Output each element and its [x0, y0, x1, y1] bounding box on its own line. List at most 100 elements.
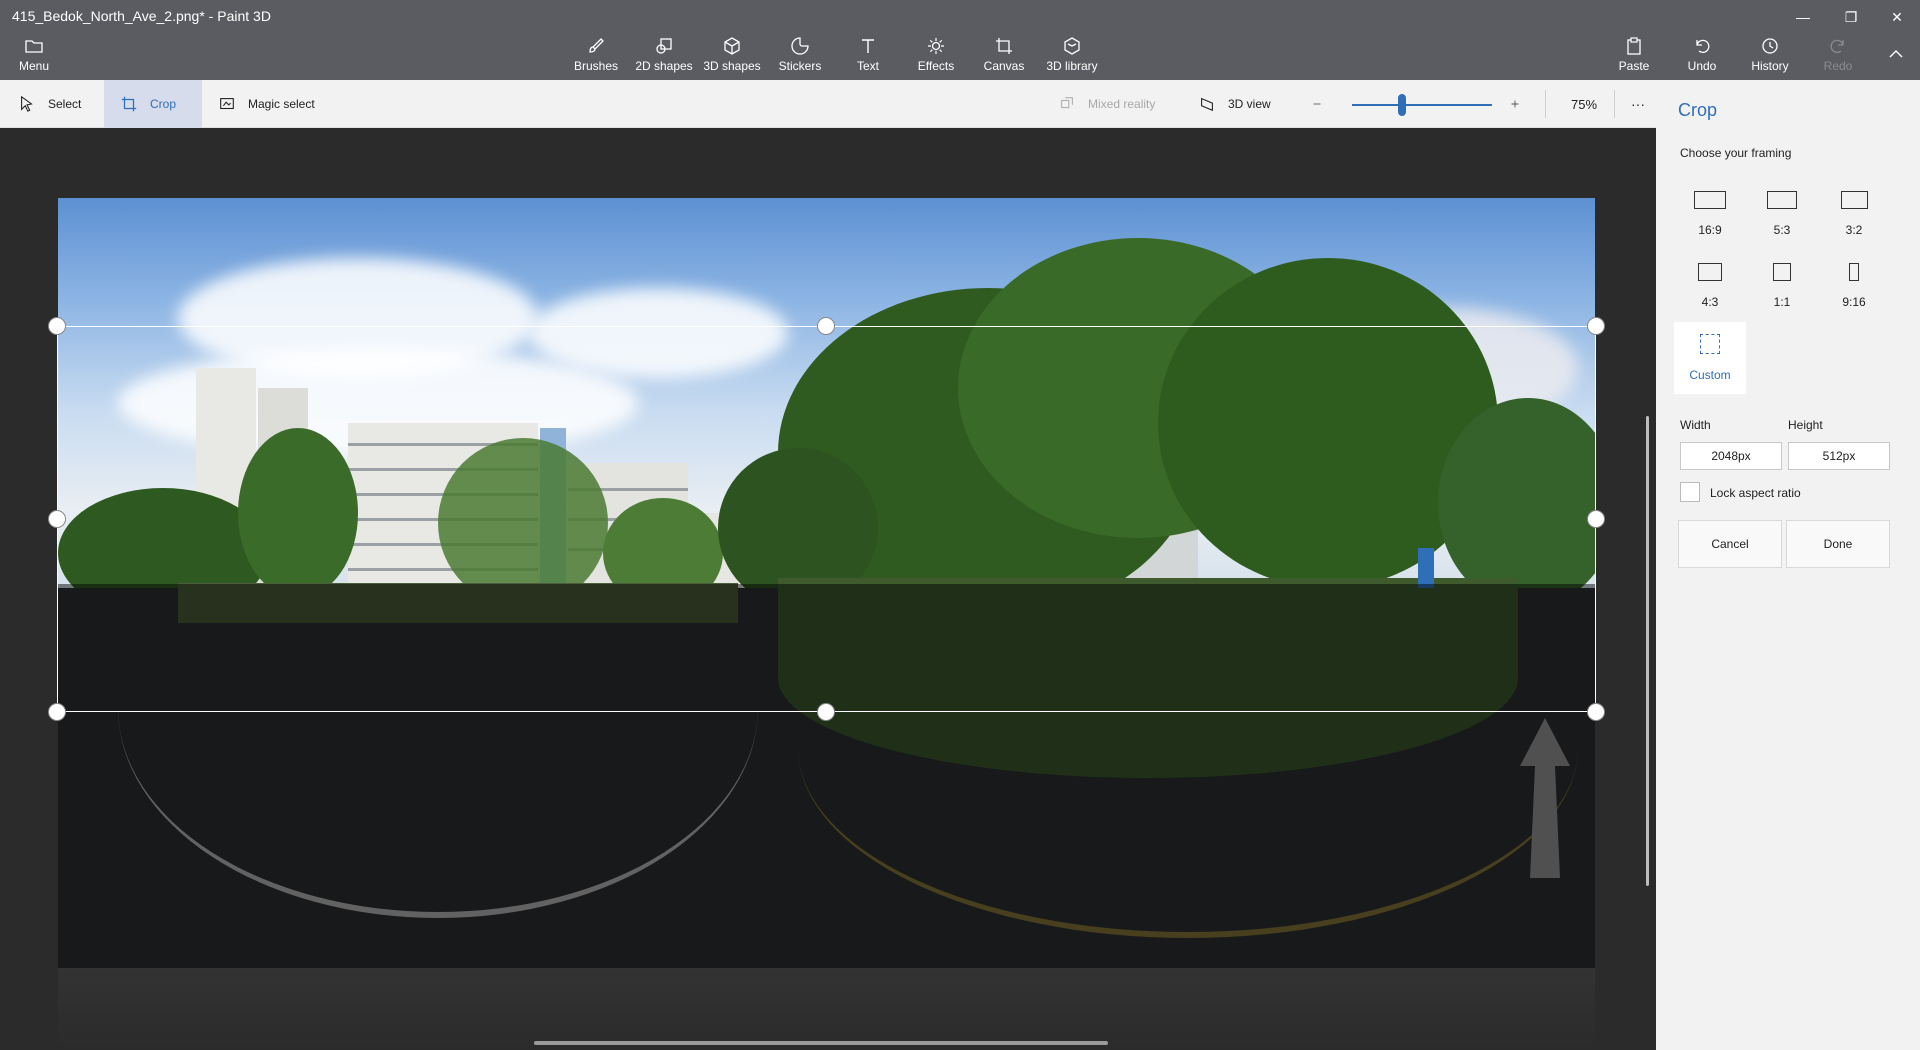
- vertical-scrollbar[interactable]: [1646, 416, 1649, 886]
- clipboard-icon: [1627, 37, 1641, 55]
- text-button[interactable]: Text: [848, 34, 888, 80]
- canvas-button[interactable]: Canvas: [980, 34, 1028, 80]
- zoom-slider-track[interactable]: [1352, 104, 1492, 106]
- title-bar: 415_Bedok_North_Ave_2.png* - Paint 3D — …: [0, 0, 1920, 34]
- undo-icon: [1696, 39, 1710, 54]
- framing-label: 5:3: [1773, 223, 1791, 237]
- more-options-button[interactable]: ···: [1620, 80, 1656, 128]
- zoom-out-button[interactable]: [1312, 80, 1334, 128]
- effects-label: Effects: [917, 59, 955, 73]
- magic-select-label: Magic select: [248, 97, 315, 111]
- framing-5-3[interactable]: 5:3: [1746, 178, 1818, 250]
- crop-handle-right[interactable]: [1587, 510, 1605, 528]
- shapes-2d-button[interactable]: 2D shapes: [633, 34, 695, 80]
- horizontal-scrollbar[interactable]: [534, 1041, 1108, 1045]
- ribbon: Menu Brushes 2D shapes 3D shapes Sticker…: [0, 34, 1920, 80]
- cancel-button[interactable]: Cancel: [1678, 520, 1782, 568]
- mixed-reality-label: Mixed reality: [1088, 97, 1156, 111]
- canvas-icon: [996, 38, 1012, 54]
- lock-aspect-label: Lock aspect ratio: [1710, 486, 1801, 500]
- restore-button[interactable]: ❐: [1828, 0, 1874, 34]
- custom-framing-icon: [1700, 334, 1720, 354]
- crop-panel: Crop Choose your framing 16:9 5:3 3:2 4:…: [1656, 80, 1920, 1050]
- framing-label: 9:16: [1842, 295, 1866, 309]
- redo-button[interactable]: Redo: [1820, 34, 1856, 80]
- shapes-2d-label: 2D shapes: [635, 59, 693, 73]
- zoom-slider-thumb[interactable]: [1398, 94, 1406, 116]
- cube-icon: [724, 37, 740, 55]
- aspect-5-3-icon: [1767, 191, 1797, 209]
- mixed-reality-button[interactable]: Mixed reality: [1058, 80, 1178, 128]
- minimize-button[interactable]: —: [1780, 0, 1826, 34]
- framing-16-9[interactable]: 16:9: [1674, 178, 1746, 250]
- tool-options-bar: Select Crop Magic select Mixed reality 3…: [0, 80, 1656, 128]
- crop-label: Crop: [150, 97, 177, 111]
- history-label: History: [1751, 59, 1789, 73]
- framing-label: 1:1: [1773, 295, 1791, 309]
- crop-handle-left[interactable]: [48, 510, 66, 528]
- paste-button[interactable]: Paste: [1616, 34, 1652, 80]
- height-input[interactable]: 512px: [1788, 442, 1890, 470]
- panel-title: Crop: [1678, 100, 1718, 120]
- crop-icon: [121, 96, 137, 112]
- redo-icon: [1830, 39, 1844, 54]
- height-label: Height: [1788, 418, 1823, 432]
- select-tool[interactable]: Select: [0, 80, 104, 128]
- view-3d-button[interactable]: 3D view: [1198, 80, 1298, 128]
- crop-handle-top[interactable]: [817, 317, 835, 335]
- stickers-label: Stickers: [778, 59, 822, 73]
- library-3d-button[interactable]: 3D library: [1044, 34, 1100, 80]
- shapes-3d-button[interactable]: 3D shapes: [701, 34, 763, 80]
- effects-button[interactable]: Effects: [912, 34, 960, 80]
- framing-4-3[interactable]: 4:3: [1674, 250, 1746, 322]
- collapse-ribbon-button[interactable]: [1882, 34, 1910, 80]
- sticker-icon: [791, 37, 809, 55]
- zoom-in-button[interactable]: [1510, 80, 1532, 128]
- crop-frame[interactable]: [57, 326, 1596, 712]
- width-input[interactable]: 2048px: [1680, 442, 1782, 470]
- undo-label: Undo: [1687, 59, 1717, 73]
- menu-button[interactable]: Menu: [12, 34, 56, 80]
- zoom-percent[interactable]: 75%: [1556, 80, 1612, 128]
- undo-button[interactable]: Undo: [1684, 34, 1720, 80]
- brush-icon: [589, 38, 604, 53]
- library-3d-label: 3D library: [1046, 59, 1098, 73]
- crop-tool[interactable]: Crop: [104, 80, 202, 128]
- canvas-label: Canvas: [983, 59, 1025, 73]
- plus-icon: [1511, 100, 1519, 108]
- framing-subtitle: Choose your framing: [1680, 146, 1792, 160]
- mixed-reality-icon: [1061, 97, 1073, 109]
- aspect-9-16-icon: [1849, 263, 1859, 281]
- framing-1-1[interactable]: 1:1: [1746, 250, 1818, 322]
- crop-handle-top-left[interactable]: [48, 317, 66, 335]
- framing-label: 4:3: [1701, 295, 1719, 309]
- magic-select-tool[interactable]: Magic select: [202, 80, 342, 128]
- framing-label: 3:2: [1845, 223, 1863, 237]
- divider: [1614, 90, 1615, 118]
- window-title: 415_Bedok_North_Ave_2.png* - Paint 3D: [12, 8, 271, 24]
- history-icon: [1762, 38, 1778, 54]
- brushes-button[interactable]: Brushes: [570, 34, 622, 80]
- stickers-button[interactable]: Stickers: [775, 34, 825, 80]
- canvas-workspace[interactable]: [0, 128, 1656, 1050]
- crop-handle-bottom[interactable]: [817, 703, 835, 721]
- view-3d-icon: [1201, 97, 1213, 112]
- close-button[interactable]: ✕: [1874, 0, 1920, 34]
- menu-label: Menu: [18, 59, 50, 73]
- paste-label: Paste: [1618, 59, 1650, 73]
- framing-label: 16:9: [1698, 223, 1722, 237]
- aspect-4-3-icon: [1698, 263, 1722, 281]
- done-button[interactable]: Done: [1786, 520, 1890, 568]
- redo-label: Redo: [1823, 59, 1853, 73]
- shapes-3d-label: 3D shapes: [703, 59, 761, 73]
- framing-9-16[interactable]: 9:16: [1818, 250, 1890, 322]
- crop-handle-top-right[interactable]: [1587, 317, 1605, 335]
- crop-handle-bottom-right[interactable]: [1587, 703, 1605, 721]
- framing-3-2[interactable]: 3:2: [1818, 178, 1890, 250]
- framing-custom[interactable]: Custom: [1674, 322, 1746, 394]
- lock-aspect-checkbox[interactable]: [1680, 482, 1700, 502]
- library-icon: [1064, 37, 1080, 55]
- history-button[interactable]: History: [1748, 34, 1792, 80]
- crop-handle-bottom-left[interactable]: [48, 703, 66, 721]
- minus-icon: [1313, 103, 1321, 105]
